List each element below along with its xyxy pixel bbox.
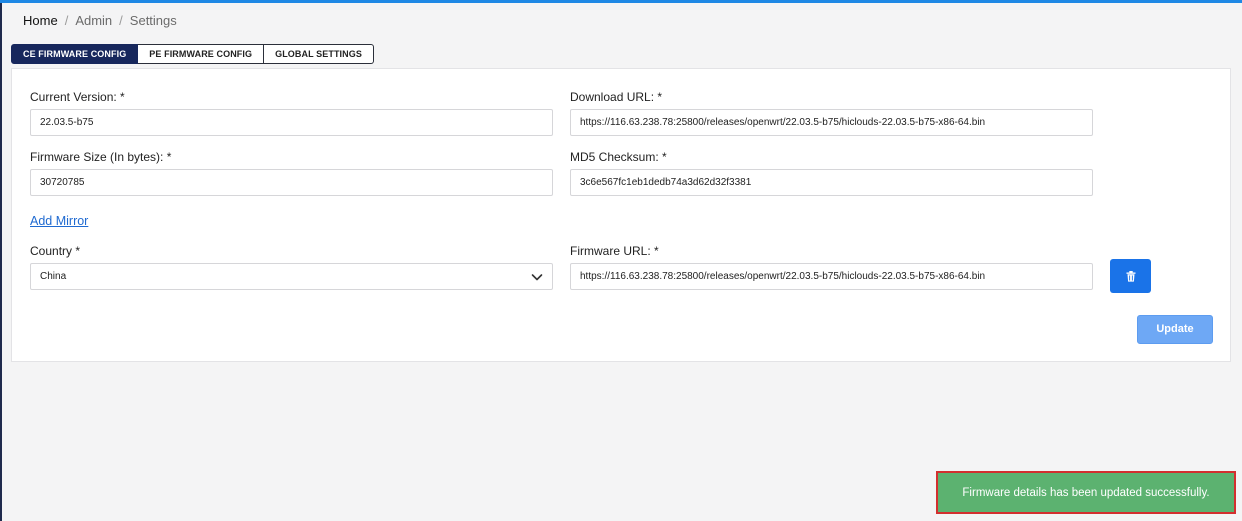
breadcrumb-admin-link[interactable]: Admin: [75, 13, 112, 28]
toast-message: Firmware details has been updated succes…: [962, 486, 1210, 499]
trash-icon: [1126, 270, 1135, 282]
breadcrumb-home-link[interactable]: Home: [23, 13, 58, 28]
firmware-size-label: Firmware Size (In bytes): *: [30, 150, 172, 164]
firmware-url-label: Firmware URL: *: [570, 244, 659, 258]
success-toast: Firmware details has been updated succes…: [936, 471, 1236, 514]
delete-mirror-button[interactable]: [1110, 259, 1151, 293]
country-label: Country *: [30, 244, 81, 258]
country-select-value: China: [40, 271, 67, 282]
firmware-size-field[interactable]: 30720785: [30, 169, 553, 196]
tab-global-settings[interactable]: GLOBAL SETTINGS: [264, 44, 374, 64]
md5-checksum-field[interactable]: 3c6e567fc1eb1dedb74a3d62d32f3381: [570, 169, 1093, 196]
breadcrumb-separator: /: [64, 13, 69, 28]
tab-pe-firmware-config[interactable]: PE FIRMWARE CONFIG: [138, 44, 265, 64]
download-url-field[interactable]: https://116.63.238.78:25800/releases/ope…: [570, 109, 1093, 136]
country-select[interactable]: China: [30, 263, 553, 290]
firmware-config-card: Current Version: * 22.03.5-b75 Download …: [11, 68, 1231, 362]
sidebar-edge: [0, 3, 2, 521]
breadcrumb-current-page: Settings: [129, 13, 177, 28]
update-button[interactable]: Update: [1137, 315, 1213, 344]
current-version-field[interactable]: 22.03.5-b75: [30, 109, 553, 136]
download-url-label: Download URL: *: [570, 90, 663, 104]
firmware-url-field[interactable]: https://116.63.238.78:25800/releases/ope…: [570, 263, 1093, 290]
current-version-label: Current Version: *: [30, 90, 125, 104]
chevron-down-icon: [531, 274, 543, 281]
breadcrumb-separator: /: [119, 13, 123, 28]
md5-checksum-label: MD5 Checksum: *: [570, 150, 667, 164]
add-mirror-link[interactable]: Add Mirror: [30, 214, 88, 228]
breadcrumb: Home / Admin / Settings: [23, 13, 177, 28]
tab-ce-firmware-config[interactable]: CE FIRMWARE CONFIG: [11, 44, 139, 64]
top-accent-bar: [0, 0, 1242, 3]
settings-tab-bar: CE FIRMWARE CONFIG PE FIRMWARE CONFIG GL…: [11, 44, 374, 64]
